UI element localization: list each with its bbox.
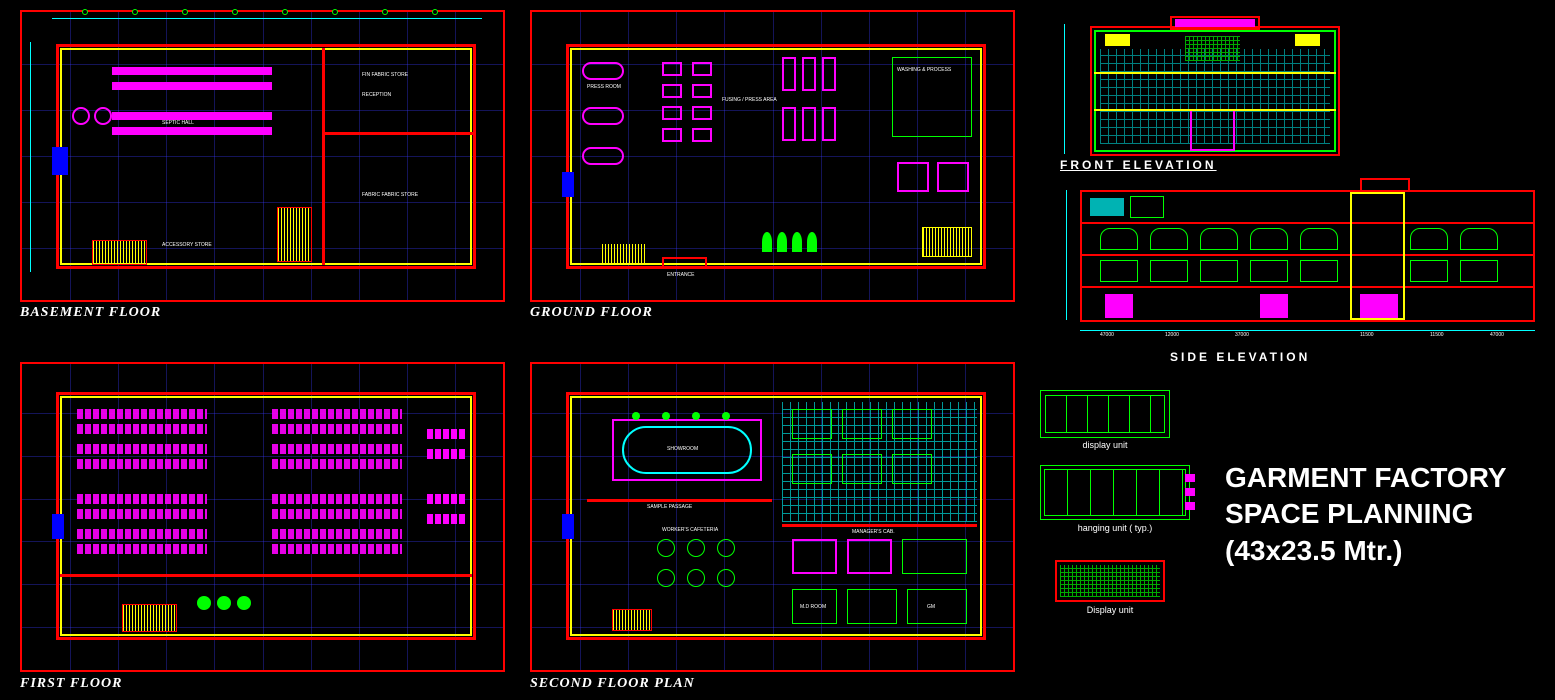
label-front-elev: FRONT ELEVATION [1060, 158, 1217, 172]
dim-text: 11500 [1360, 332, 1374, 338]
room-label: ENTRANCE [667, 272, 695, 278]
panel-first [20, 362, 505, 672]
detail-label: hanging unit ( typ.) [1040, 523, 1190, 533]
label-ground: GROUND FLOOR [530, 305, 653, 321]
panel-basement: SEPTIC HALL FIN FABRIC STORE RECEPTION F… [20, 10, 505, 302]
dim-text: 47000 [1490, 332, 1504, 338]
room-label: SHOWROOM [667, 446, 698, 452]
drawing-title: GARMENT FACTORY SPACE PLANNING (43x23.5 … [1225, 460, 1507, 569]
title-line-2: SPACE PLANNING [1225, 496, 1507, 532]
label-basement: BASEMENT FLOOR [20, 305, 161, 321]
room-label: ACCESSORY STORE [162, 242, 212, 248]
label-second: SECOND FLOOR PLAN [530, 676, 695, 692]
room-label: GM [927, 604, 935, 610]
detail-hanging-unit [1040, 465, 1190, 520]
room-label: FABRIC FABRIC STORE [362, 192, 418, 198]
room-label: MANAGER'S CAB. [852, 529, 895, 535]
room-label: M.D ROOM [800, 604, 826, 610]
dim-text: 47000 [1100, 332, 1114, 338]
panel-second: SHOWROOM SAMPLE PASSAGE WORKER'S CAFETER… [530, 362, 1015, 672]
room-label: PRESS ROOM [587, 84, 621, 90]
dim-text: 12000 [1165, 332, 1179, 338]
room-label: SEPTIC HALL [162, 120, 194, 126]
room-label: WORKER'S CAFETERIA [662, 527, 718, 533]
title-line-1: GARMENT FACTORY [1225, 460, 1507, 496]
dim-text: 37000 [1235, 332, 1249, 338]
title-line-3: (43x23.5 Mtr.) [1225, 533, 1507, 569]
detail-display-unit-bottom [1055, 560, 1165, 602]
label-first: FIRST FLOOR [20, 676, 122, 692]
panel-side-elevation: 47000 12000 37000 11500 11500 47000 [1060, 182, 1545, 342]
detail-label: display unit [1040, 440, 1170, 450]
label-side-elev: SIDE ELEVATION [1170, 350, 1310, 364]
room-label: RECEPTION [362, 92, 391, 98]
room-label: WASHING & PROCESS [897, 67, 951, 73]
dim-text: 11500 [1430, 332, 1444, 338]
room-label: FIN FABRIC STORE [362, 72, 408, 78]
inner-wall [60, 48, 472, 265]
panel-front-elevation [1060, 14, 1370, 172]
detail-display-unit-top [1040, 390, 1170, 438]
detail-label: Display unit [1055, 605, 1165, 615]
room-label: FUSING / PRESS AREA [722, 97, 777, 103]
room-label: SAMPLE PASSAGE [647, 504, 692, 510]
panel-ground: PRESS ROOM FUSING / PRESS AREA WASHING &… [530, 10, 1015, 302]
